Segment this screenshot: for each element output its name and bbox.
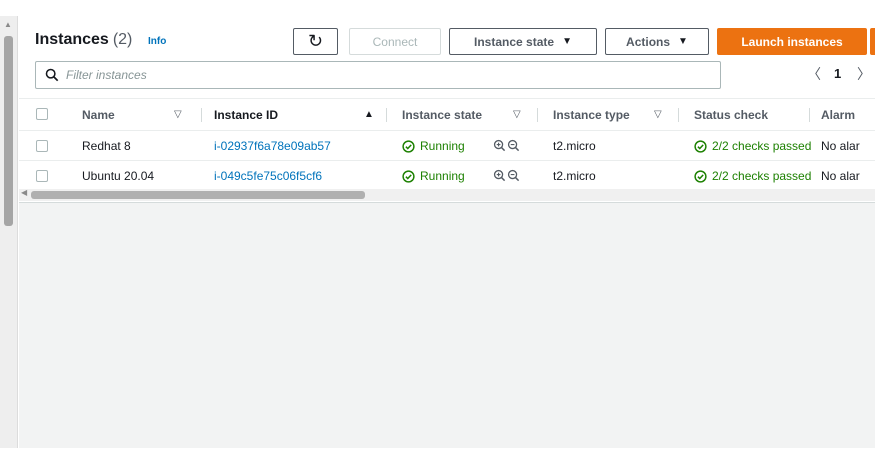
sort-state-icon[interactable]: ▽: [513, 99, 521, 131]
table-row[interactable]: Redhat 8 i-02937f6a78e09ab57 Running t2.…: [19, 130, 875, 160]
state-text: Running: [420, 169, 465, 183]
instances-panel: Instances (2) Info ↻ Connect Instance sta…: [19, 16, 875, 448]
instance-name: Redhat 8: [82, 139, 131, 153]
alarm-status: No alar: [821, 139, 860, 153]
row-checkbox[interactable]: [36, 140, 48, 152]
instance-count: (2): [112, 31, 133, 48]
alarm-status: No alar: [821, 169, 860, 183]
page-footer-blank: [0, 448, 875, 474]
instance-state-status: Running: [402, 131, 465, 161]
scroll-up-arrow-icon[interactable]: ▲: [4, 20, 12, 29]
search-icon: [45, 68, 59, 82]
check-circle-icon: [694, 169, 707, 183]
instance-state-label: Instance state: [474, 34, 555, 49]
caret-down-icon: ▼: [678, 36, 688, 47]
current-page-number[interactable]: 1: [834, 66, 841, 81]
column-divider[interactable]: [537, 108, 538, 122]
launch-instances-button[interactable]: Launch instances: [717, 28, 867, 55]
horizontal-scroll-thumb[interactable]: [31, 191, 365, 199]
instance-type: t2.micro: [553, 169, 596, 183]
vertical-scroll-thumb[interactable]: [4, 36, 13, 226]
horizontal-scrollbar[interactable]: ◀: [19, 188, 875, 201]
column-header-status-check[interactable]: Status check: [694, 99, 768, 131]
filter-input-box[interactable]: [35, 61, 721, 89]
column-divider[interactable]: [201, 108, 202, 122]
title-text: Instances: [35, 31, 109, 48]
zoom-in-icon[interactable]: [493, 169, 506, 182]
table-row[interactable]: Ubuntu 20.04 i-049c5fe75c06f5cf6 Running…: [19, 160, 875, 190]
scroll-left-arrow-icon[interactable]: ◀: [21, 188, 27, 197]
check-circle-icon: [694, 139, 707, 153]
info-link[interactable]: Info: [148, 36, 166, 47]
instance-state-dropdown[interactable]: Instance state ▼: [449, 28, 597, 55]
column-header-instance-state[interactable]: Instance state: [402, 99, 482, 131]
connect-label: Connect: [372, 34, 418, 49]
zoom-out-icon[interactable]: [507, 169, 520, 182]
zoom-out-icon[interactable]: [507, 139, 520, 152]
select-all-checkbox[interactable]: [36, 108, 48, 120]
column-divider[interactable]: [809, 108, 810, 122]
state-text: Running: [420, 139, 465, 153]
sort-ascending-icon[interactable]: ▲: [364, 99, 374, 131]
column-divider[interactable]: [678, 108, 679, 122]
instance-id-link[interactable]: i-049c5fe75c06f5cf6: [214, 161, 322, 191]
zoom-controls: [493, 139, 520, 152]
check-circle-icon: [402, 139, 415, 153]
refresh-icon: ↻: [307, 31, 324, 51]
instance-name: Ubuntu 20.04: [82, 169, 155, 183]
column-header-name[interactable]: Name: [82, 99, 115, 131]
row-checkbox[interactable]: [36, 170, 48, 182]
instance-id-link[interactable]: i-02937f6a78e09ab57: [214, 131, 331, 161]
actions-label: Actions: [626, 34, 671, 49]
table-header-row: Name ▽ Instance ID ▲ Instance state ▽ In…: [19, 98, 875, 130]
status-check: 2/2 checks passed: [694, 161, 811, 191]
instances-header: Instances (2) Info ↻ Connect Instance sta…: [19, 16, 875, 202]
refresh-button[interactable]: ↻: [293, 28, 338, 55]
column-header-alarm[interactable]: Alarm: [821, 99, 855, 131]
instance-type: t2.micro: [553, 139, 596, 153]
launch-instances-label: Launch instances: [741, 34, 843, 49]
vertical-scrollbar[interactable]: ▲: [0, 16, 18, 448]
column-header-instance-type[interactable]: Instance type: [553, 99, 630, 131]
actions-dropdown[interactable]: Actions ▼: [605, 28, 709, 55]
instance-state-status: Running: [402, 161, 465, 191]
status-check-text[interactable]: 2/2 checks passed: [712, 131, 811, 161]
next-page-icon[interactable]: 〉: [857, 64, 871, 84]
column-header-instance-id[interactable]: Instance ID: [214, 99, 278, 131]
check-circle-icon: [402, 169, 415, 183]
sort-type-icon[interactable]: ▽: [654, 99, 662, 131]
launch-options-button[interactable]: [870, 28, 875, 55]
zoom-in-icon[interactable]: [493, 139, 506, 152]
page-title: Instances (2): [35, 31, 132, 49]
previous-page-icon[interactable]: 〈: [807, 64, 821, 84]
status-check: 2/2 checks passed: [694, 131, 811, 161]
column-divider[interactable]: [386, 108, 387, 122]
connect-button[interactable]: Connect: [349, 28, 441, 55]
zoom-controls: [493, 169, 520, 182]
sort-name-icon[interactable]: ▽: [174, 99, 182, 131]
caret-down-icon: ▼: [562, 36, 572, 47]
status-check-text[interactable]: 2/2 checks passed: [712, 161, 811, 191]
empty-content-area: [19, 203, 875, 448]
filter-instances-input[interactable]: [66, 66, 706, 84]
